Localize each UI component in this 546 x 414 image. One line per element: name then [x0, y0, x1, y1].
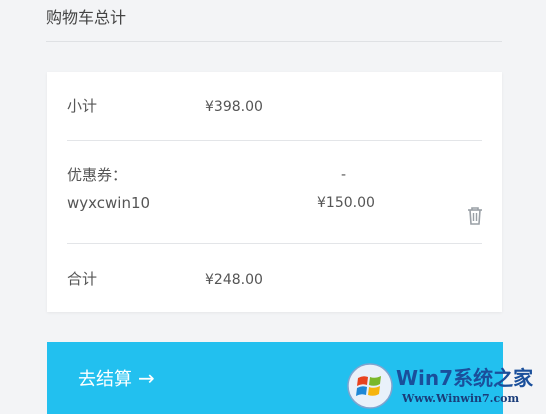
- coupon-code: wyxcwin10: [67, 194, 151, 212]
- watermark-brand: Win7系统之家: [396, 366, 534, 390]
- trash-icon[interactable]: [466, 206, 484, 226]
- watermark: Win7系统之家 Www.Winwin7.com: [344, 358, 546, 414]
- coupon-discount-value: ¥150.00: [317, 195, 375, 211]
- windows-logo-icon: [344, 358, 396, 410]
- watermark-url: Www.Winwin7.com: [402, 392, 520, 405]
- row-divider: [67, 243, 482, 244]
- checkout-label: 去结算: [78, 369, 132, 390]
- total-value: ¥248.00: [205, 272, 263, 288]
- subtotal-label: 小计: [67, 97, 98, 115]
- total-label: 合计: [67, 270, 98, 288]
- page-title: 购物车总计: [46, 8, 127, 27]
- cart-totals-card: 小计 ¥398.00 优惠券： wyxcwin10 - ¥150.00 合计 ¥…: [47, 72, 502, 312]
- subtotal-value: ¥398.00: [205, 99, 263, 115]
- coupon-label: 优惠券：: [67, 166, 128, 184]
- title-divider: [46, 41, 502, 42]
- coupon-dash: -: [341, 167, 347, 183]
- arrow-right-icon: →: [138, 366, 155, 390]
- row-divider: [67, 140, 482, 141]
